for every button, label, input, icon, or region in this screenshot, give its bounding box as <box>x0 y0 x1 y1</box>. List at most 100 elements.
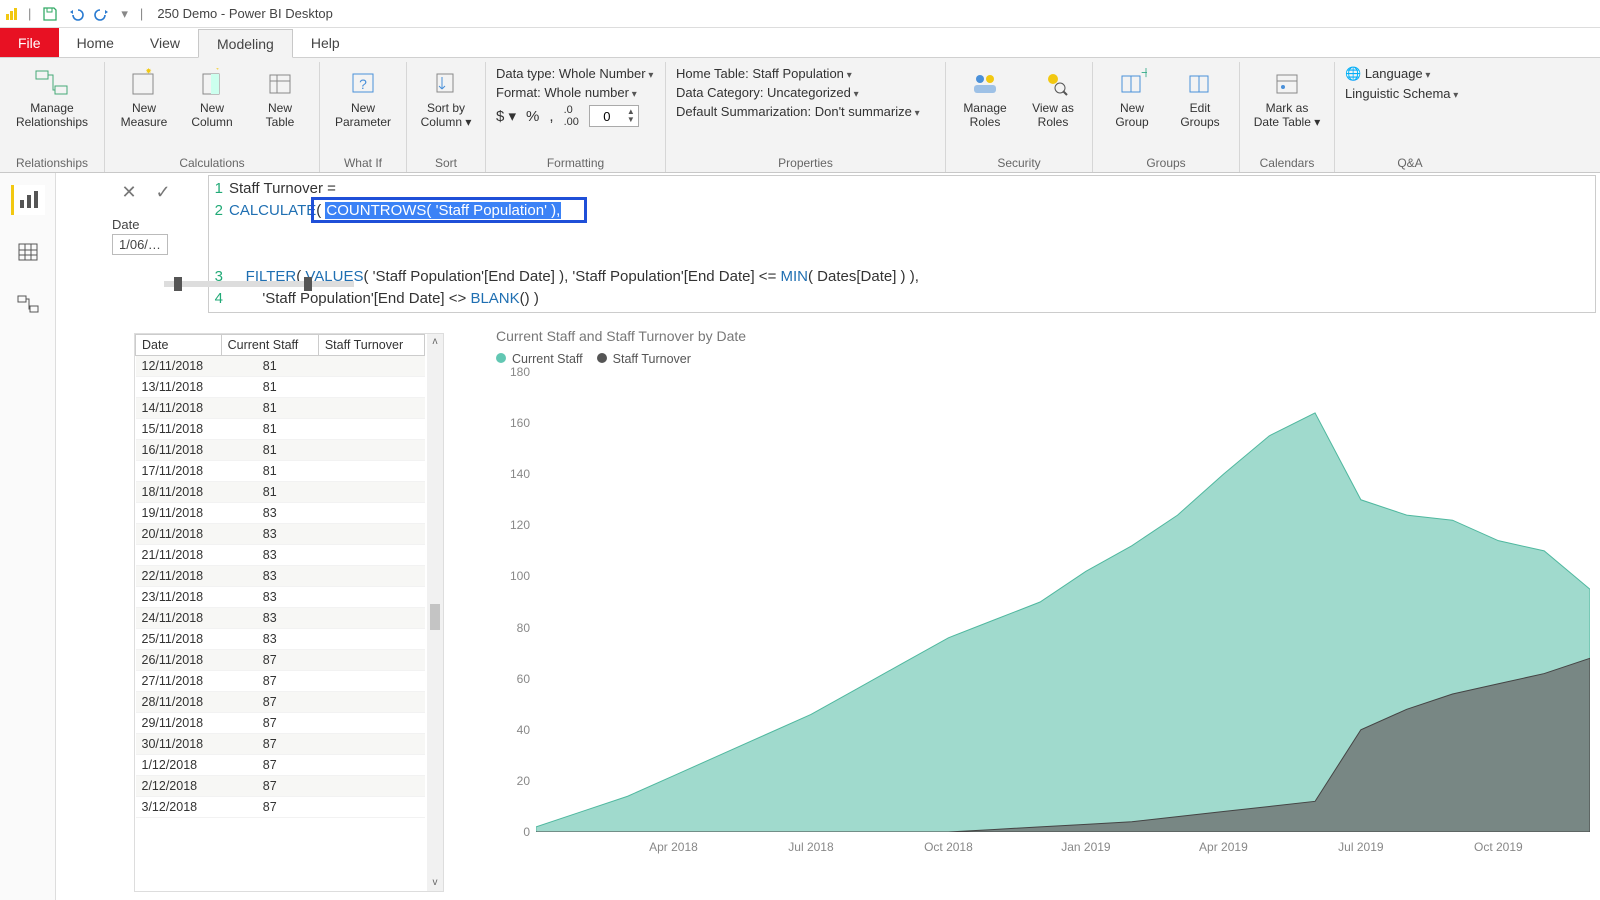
percent-button[interactable]: % <box>526 108 539 125</box>
table-row[interactable]: 20/11/201883 <box>136 524 425 545</box>
pbi-logo-icon <box>4 6 20 22</box>
table-scrollbar[interactable]: ʌ v <box>427 334 443 891</box>
manage-roles-button[interactable]: Manage Roles <box>952 64 1018 132</box>
currency-button[interactable]: $ ▾ <box>496 107 516 125</box>
language-dropdown[interactable]: 🌐 Language <box>1341 64 1479 84</box>
formula-editor[interactable]: 1Staff Turnover = 2CALCULATE( COUNTROWS(… <box>208 175 1596 313</box>
table-row[interactable]: 2/12/201887 <box>136 776 425 797</box>
table-row[interactable]: 16/11/201881 <box>136 440 425 461</box>
view-as-roles-button[interactable]: View as Roles <box>1020 64 1086 132</box>
menu-file[interactable]: File <box>0 28 59 57</box>
slider-thumb-start[interactable] <box>174 277 182 291</box>
table-row[interactable]: 18/11/201881 <box>136 482 425 503</box>
table-cell: 15/11/2018 <box>136 419 222 440</box>
save-icon[interactable] <box>39 3 61 25</box>
table-header[interactable]: Date <box>136 335 222 356</box>
legend-dot-staff-turnover <box>597 353 607 363</box>
table-cell: 24/11/2018 <box>136 608 222 629</box>
slicer-date-value[interactable]: 1/06/… <box>112 234 168 255</box>
titlebar: | ▾ | 250 Demo - Power BI Desktop <box>0 0 1600 28</box>
table-cell <box>318 734 424 755</box>
table-row[interactable]: 14/11/201881 <box>136 398 425 419</box>
table-cell: 81 <box>221 419 318 440</box>
chart-visual[interactable]: Current Staff and Staff Turnover by Date… <box>496 328 1590 892</box>
menu-home[interactable]: Home <box>59 28 132 57</box>
ribbon-group-calendars: Mark as Date Table ▾ Calendars <box>1240 62 1335 172</box>
table-row[interactable]: 3/12/201887 <box>136 797 425 818</box>
thousands-button[interactable]: , <box>549 108 553 125</box>
new-group-button[interactable]: ＋ New Group <box>1099 64 1165 132</box>
table-row[interactable]: 15/11/201881 <box>136 419 425 440</box>
sort-by-column-button[interactable]: Sort by Column ▾ <box>413 64 479 132</box>
manage-relationships-button[interactable]: Manage Relationships <box>6 64 98 132</box>
scroll-down-icon[interactable]: v <box>427 875 443 891</box>
decimals-spinner[interactable]: ▲▼ <box>589 105 639 127</box>
linguistic-schema-dropdown[interactable]: Linguistic Schema <box>1341 84 1479 103</box>
table-cell: 83 <box>221 503 318 524</box>
new-table-button[interactable]: New Table <box>247 64 313 132</box>
table-row[interactable]: 27/11/201887 <box>136 671 425 692</box>
table-row[interactable]: 24/11/201883 <box>136 608 425 629</box>
redo-icon[interactable] <box>91 3 113 25</box>
new-group-label: New Group <box>1115 102 1148 130</box>
qat-dropdown-icon[interactable]: ▾ <box>121 6 128 22</box>
table-row[interactable]: 21/11/201883 <box>136 545 425 566</box>
menu-help[interactable]: Help <box>293 28 358 57</box>
data-category-dropdown[interactable]: Data Category: Uncategorized <box>672 83 939 102</box>
table-cell: 20/11/2018 <box>136 524 222 545</box>
table-row[interactable]: 19/11/201883 <box>136 503 425 524</box>
table-row[interactable]: 13/11/201881 <box>136 377 425 398</box>
table-cell: 23/11/2018 <box>136 587 222 608</box>
table-cell: 28/11/2018 <box>136 692 222 713</box>
date-slider[interactable] <box>164 281 354 287</box>
new-parameter-label: New Parameter <box>335 102 391 130</box>
slider-thumb-end[interactable] <box>304 277 312 291</box>
model-view-button[interactable] <box>11 289 45 319</box>
table-row[interactable]: 26/11/201887 <box>136 650 425 671</box>
home-table-dropdown[interactable]: Home Table: Staff Population <box>672 64 939 83</box>
new-measure-button[interactable]: New Measure <box>111 64 177 132</box>
table-row[interactable]: 25/11/201883 <box>136 629 425 650</box>
undo-icon[interactable] <box>65 3 87 25</box>
scroll-thumb[interactable] <box>430 604 440 630</box>
view-as-label: View as Roles <box>1032 102 1074 130</box>
table-row[interactable]: 17/11/201881 <box>136 461 425 482</box>
table-header[interactable]: Current Staff <box>221 335 318 356</box>
table-row[interactable]: 22/11/201883 <box>136 566 425 587</box>
mark-as-date-table-button[interactable]: Mark as Date Table ▾ <box>1246 64 1328 132</box>
table-cell <box>318 503 424 524</box>
table-cell: 87 <box>221 776 318 797</box>
table-header[interactable]: Staff Turnover <box>318 335 424 356</box>
table-cell: 25/11/2018 <box>136 629 222 650</box>
table-row[interactable]: 23/11/201883 <box>136 587 425 608</box>
new-parameter-button[interactable]: ? New Parameter <box>326 64 400 132</box>
spin-down-icon[interactable]: ▼ <box>627 116 635 124</box>
menu-view[interactable]: View <box>132 28 198 57</box>
data-type-dropdown[interactable]: Data type: Whole Number <box>492 64 659 83</box>
report-view-button[interactable] <box>11 185 45 215</box>
new-column-button[interactable]: New Column <box>179 64 245 132</box>
formula-cancel-button[interactable]: ✕ <box>116 179 142 205</box>
x-tick: Jan 2019 <box>1061 840 1110 854</box>
table-cell <box>318 608 424 629</box>
table-row[interactable]: 28/11/201887 <box>136 692 425 713</box>
table-row[interactable]: 1/12/201887 <box>136 755 425 776</box>
edit-groups-button[interactable]: Edit Groups <box>1167 64 1233 132</box>
table-row[interactable]: 29/11/201887 <box>136 713 425 734</box>
table-row[interactable]: 12/11/201881 <box>136 356 425 377</box>
menu-modeling[interactable]: Modeling <box>198 29 293 58</box>
format-dropdown[interactable]: Format: Whole number <box>492 83 659 102</box>
language-label: Language <box>1365 66 1423 81</box>
summarization-dropdown[interactable]: Default Summarization: Don't summarize <box>672 102 939 121</box>
table-row[interactable]: 30/11/201887 <box>136 734 425 755</box>
scroll-up-icon[interactable]: ʌ <box>427 334 443 350</box>
decimals-input[interactable] <box>590 109 624 124</box>
slicer-peek: Date 1/06/… <box>112 217 168 255</box>
ribbon-group-formatting: Data type: Whole Number Format: Whole nu… <box>486 62 666 172</box>
table-visual[interactable]: DateCurrent StaffStaff Turnover 12/11/20… <box>134 333 444 892</box>
group-label-groups: Groups <box>1099 156 1233 172</box>
svg-text:＋: ＋ <box>1140 68 1147 80</box>
table-cell: 21/11/2018 <box>136 545 222 566</box>
formula-commit-button[interactable]: ✓ <box>150 179 176 205</box>
data-view-button[interactable] <box>11 237 45 267</box>
